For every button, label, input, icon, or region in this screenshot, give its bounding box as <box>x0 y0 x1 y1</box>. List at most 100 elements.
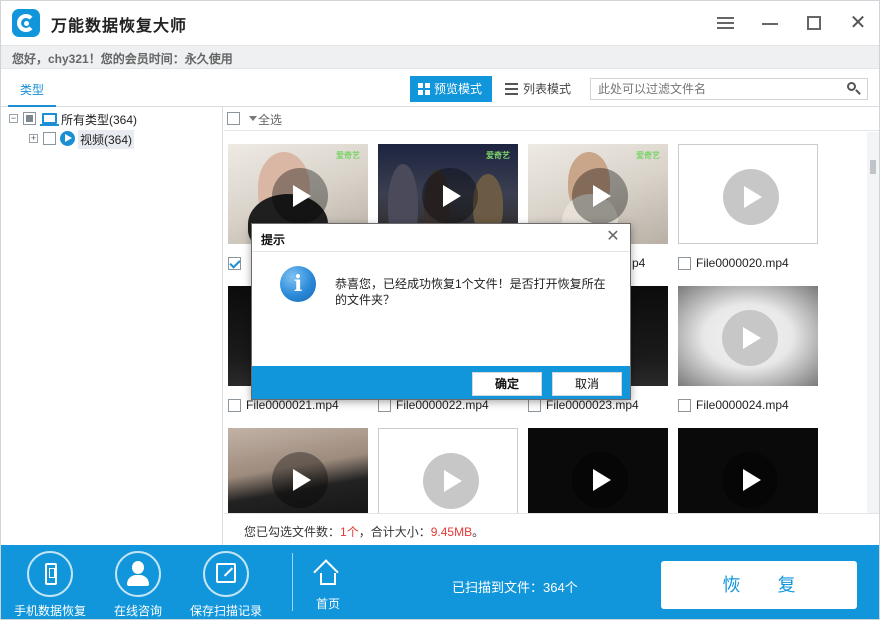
tree-item-video[interactable]: + 视频(364) <box>29 130 219 149</box>
selection-prefix: 您已勾选文件数： <box>244 525 341 539</box>
dialog-close-icon[interactable]: ✕ <box>604 227 622 247</box>
type-tree-panel: − 所有类型(364) + 视频(364) <box>1 107 223 545</box>
selected-size: 9.45MB <box>430 525 473 539</box>
dialog-footer: 确定 取消 <box>252 366 630 399</box>
file-name: File0000024.mp4 <box>696 398 789 412</box>
title-bar: 万能数据恢复大师 ✕ <box>1 1 879 45</box>
file-name: File0000020.mp4 <box>696 256 789 270</box>
file-checkbox[interactable] <box>228 399 241 412</box>
video-checkbox[interactable] <box>43 132 56 145</box>
video-thumbnail[interactable] <box>678 286 818 386</box>
selection-mid: ，合计大小： <box>358 525 431 539</box>
file-tile[interactable] <box>374 416 518 513</box>
selection-status: 您已勾选文件数：1个，合计大小：9.45MB。 <box>224 513 879 545</box>
video-thumbnail[interactable] <box>678 428 818 513</box>
file-checkbox[interactable] <box>678 399 691 412</box>
minimize-icon[interactable] <box>758 11 782 35</box>
file-checkbox[interactable] <box>228 257 241 270</box>
play-icon[interactable] <box>423 453 479 509</box>
video-thumbnail[interactable] <box>378 428 518 513</box>
bottom-divider <box>292 553 293 611</box>
home-button[interactable]: 首页 <box>301 557 355 613</box>
online-consult-button[interactable]: 在线咨询 <box>91 551 183 618</box>
watermark-label: 爱奇艺 <box>636 151 660 160</box>
maximize-icon[interactable] <box>802 11 826 35</box>
online-consult-circle <box>115 551 161 597</box>
user-status-bar: 您好，chy321！您的会员时间：永久使用 <box>1 45 879 69</box>
file-tile[interactable]: File0000024.mp4 <box>674 274 818 416</box>
close-icon[interactable]: ✕ <box>846 11 870 35</box>
play-icon[interactable] <box>723 169 779 225</box>
list-mode-button[interactable]: 列表模式 <box>501 76 583 102</box>
play-icon[interactable] <box>422 168 478 224</box>
scrollbar-thumb[interactable] <box>870 160 876 174</box>
select-all-checkbox[interactable] <box>227 112 240 125</box>
save-scan-button[interactable]: 保存扫描记录 <box>179 551 271 618</box>
grid-scrollbar[interactable] <box>867 132 879 513</box>
dialog-title-bar: 提示 ✕ <box>252 224 630 252</box>
cancel-button[interactable]: 取消 <box>552 372 622 396</box>
all-types-checkbox[interactable] <box>23 112 36 125</box>
home-label: 首页 <box>315 597 340 611</box>
expand-toggle-icon[interactable]: + <box>29 134 38 143</box>
tree-item-all-types[interactable]: − 所有类型(364) <box>9 110 209 128</box>
prompt-dialog: 提示 ✕ i 恭喜您，已经成功恢复1个文件！是否打开恢复所在的文件夹？ 确定 取… <box>251 223 631 400</box>
preview-mode-label: 预览模式 <box>434 82 483 96</box>
export-icon <box>216 563 236 583</box>
file-name: File0000021.mp4 <box>246 398 339 412</box>
dialog-message: 恭喜您，已经成功恢复1个文件！是否打开恢复所在的文件夹？ <box>335 277 606 307</box>
phone-recovery-button[interactable]: 手机数据恢复 <box>3 551 95 618</box>
file-checkbox[interactable] <box>678 257 691 270</box>
phone-recovery-circle <box>27 551 73 597</box>
customer-service-icon <box>127 561 149 587</box>
video-thumbnail[interactable] <box>678 144 818 244</box>
computer-icon <box>40 113 59 126</box>
video-play-icon <box>60 131 75 146</box>
tree-label-all-types: 所有类型(364) <box>61 113 138 127</box>
chevron-down-icon[interactable] <box>249 116 257 121</box>
save-scan-label: 保存扫描记录 <box>189 604 262 618</box>
file-tile[interactable] <box>224 416 368 513</box>
selection-summary: 您已勾选文件数：1个，合计大小：9.45MB。 <box>244 523 484 540</box>
file-tile[interactable] <box>524 416 668 513</box>
video-thumbnail[interactable] <box>528 428 668 513</box>
info-icon: i <box>280 266 316 302</box>
video-thumbnail[interactable] <box>228 428 368 513</box>
user-status-text: 您好，chy321！您的会员时间：永久使用 <box>12 52 233 66</box>
play-icon[interactable] <box>272 452 328 508</box>
recover-button[interactable]: 恢 复 <box>661 561 857 609</box>
phone-icon <box>45 563 57 585</box>
collapse-toggle-icon[interactable]: − <box>9 114 18 123</box>
file-name: File0000022.mp4 <box>396 398 489 412</box>
app-logo-icon <box>12 9 40 37</box>
watermark-label: 爱奇艺 <box>336 151 360 160</box>
toolbar: 类型 预览模式 列表模式 <box>1 69 879 107</box>
search-icon[interactable] <box>847 82 861 96</box>
home-icon <box>313 559 341 585</box>
content-header: 全选 <box>224 107 879 131</box>
play-icon[interactable] <box>572 452 628 508</box>
save-scan-circle <box>203 551 249 597</box>
filter-input[interactable] <box>591 79 841 99</box>
file-name: p4 <box>632 256 646 270</box>
tab-type[interactable]: 类型 <box>8 81 56 107</box>
grid-view-icon <box>418 83 430 95</box>
selection-suffix: 。 <box>472 525 485 539</box>
tree-label-video: 视频(364) <box>78 130 135 149</box>
select-all-label[interactable]: 全选 <box>258 111 282 128</box>
file-checkbox[interactable] <box>528 399 541 412</box>
file-tile[interactable]: File0000020.mp4 <box>674 132 818 274</box>
ok-button[interactable]: 确定 <box>472 372 542 396</box>
menu-icon[interactable] <box>714 11 738 35</box>
file-name: File0000023.mp4 <box>546 398 639 412</box>
play-icon[interactable] <box>722 310 778 366</box>
play-icon[interactable] <box>272 168 328 224</box>
selected-count: 1个 <box>340 525 359 539</box>
preview-mode-button[interactable]: 预览模式 <box>410 76 492 102</box>
play-icon[interactable] <box>722 452 778 508</box>
play-icon[interactable] <box>572 168 628 224</box>
file-checkbox[interactable] <box>378 399 391 412</box>
scan-result-text: 已扫描到文件：364个 <box>452 580 578 595</box>
file-tile[interactable] <box>674 416 818 513</box>
dialog-title: 提示 <box>261 233 286 247</box>
